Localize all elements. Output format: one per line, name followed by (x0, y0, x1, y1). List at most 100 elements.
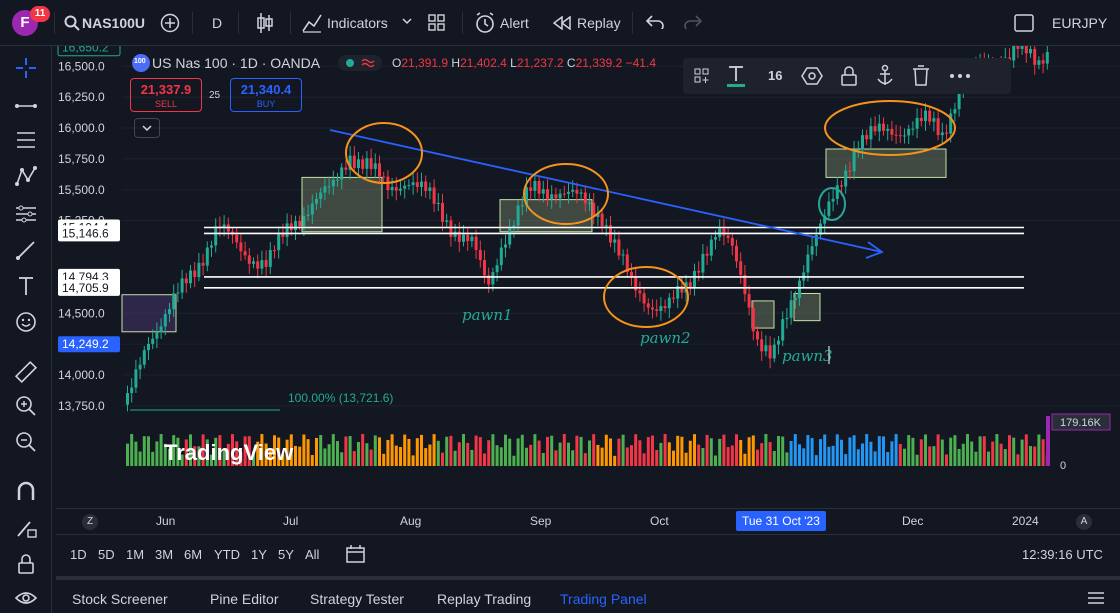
z-button[interactable]: Z (82, 514, 98, 530)
replay-rewind-icon[interactable] (553, 16, 571, 30)
volume-bar (537, 440, 541, 466)
candle-body (504, 244, 507, 248)
indicators-button[interactable]: Indicators (327, 15, 388, 31)
zoom-out-icon[interactable] (14, 430, 38, 454)
time-axis[interactable]: Z Jun Jul Aug Sep Oct Tue 31 Oct '23 Dec… (56, 508, 1120, 534)
price-tick-label: 16,000.0 (58, 121, 105, 135)
fib-retracement-icon[interactable] (14, 128, 38, 152)
chevron-down-icon[interactable] (402, 18, 412, 26)
volume-bar (533, 434, 537, 466)
price-tick-label: 16,250.0 (58, 90, 105, 104)
range-all[interactable]: All (305, 547, 319, 562)
tab-replay-trading[interactable]: Replay Trading (437, 591, 531, 607)
volume-bar (693, 434, 696, 466)
anchor-icon[interactable] (875, 64, 895, 88)
lock-pencil-icon[interactable] (14, 516, 38, 540)
text-color-icon[interactable] (725, 64, 747, 88)
volume-bar (1029, 446, 1032, 466)
range-3m[interactable]: 3M (155, 547, 173, 562)
candle-body (1041, 60, 1045, 64)
interval-button[interactable]: D (212, 15, 222, 31)
price-chart[interactable]: 179.16K 0 pawn1 pawn2 pawn3 100.00% (13,7… (56, 46, 1120, 508)
candles-chart-type-icon[interactable] (256, 12, 274, 34)
alert-button[interactable]: Alert (500, 15, 529, 31)
magnet-icon[interactable] (14, 480, 38, 504)
lock-icon[interactable] (14, 552, 38, 576)
candle-body (1037, 60, 1041, 65)
search-icon[interactable] (64, 15, 80, 31)
text-tool-icon[interactable] (14, 274, 38, 298)
candle-body (252, 261, 255, 264)
volume-bar (974, 451, 978, 466)
auto-scale-button[interactable]: A (1076, 514, 1092, 530)
range-1y[interactable]: 1Y (251, 547, 267, 562)
forecasting-icon[interactable] (14, 202, 38, 226)
replay-button[interactable]: Replay (577, 15, 621, 31)
candle-body (655, 309, 659, 312)
spread-value: 25 (209, 90, 221, 101)
layouts-grid-icon[interactable] (428, 14, 446, 32)
emoji-icon[interactable] (14, 310, 38, 334)
chart-legend-title[interactable]: US Nas 100 · 1D · OANDA (152, 55, 320, 71)
tab-strategy-tester[interactable]: Strategy Tester (310, 591, 404, 607)
chart-pane[interactable]: 179.16K 0 pawn1 pawn2 pawn3 100.00% (13,7… (56, 46, 1120, 534)
tab-trading-panel[interactable]: Trading Panel (560, 591, 647, 607)
candle-body (516, 205, 520, 226)
crosshair-icon[interactable] (14, 56, 38, 80)
redo-icon[interactable] (684, 15, 702, 29)
indicators-icon[interactable] (302, 13, 322, 33)
tab-stock-screener[interactable]: Stock Screener (72, 591, 168, 607)
market-status-pill[interactable] (338, 55, 382, 71)
volume-bar (348, 436, 352, 466)
candle-body (449, 220, 453, 237)
zoom-in-icon[interactable] (14, 394, 38, 418)
candle-body (529, 187, 533, 191)
volume-bar (1024, 434, 1028, 466)
ruler-icon[interactable] (14, 360, 38, 384)
drag-handle-grid-icon[interactable] (691, 66, 713, 86)
range-1d[interactable]: 1D (70, 547, 87, 562)
clock-timezone[interactable]: 12:39:16 UTC (1022, 547, 1103, 562)
eye-icon[interactable] (14, 586, 38, 610)
range-6m[interactable]: 6M (184, 547, 202, 562)
range-5y[interactable]: 5Y (278, 547, 294, 562)
tab-pine-editor[interactable]: Pine Editor (210, 591, 278, 607)
candle-body (924, 110, 927, 122)
volume-bar (659, 442, 663, 466)
volume-bar (365, 443, 369, 466)
volume-bar (470, 449, 474, 466)
volume-bar (147, 436, 150, 466)
symbol-search[interactable]: NAS100U (82, 15, 145, 31)
range-1m[interactable]: 1M (126, 547, 144, 562)
volume-bar (483, 453, 486, 466)
level-price-label: 14,705.9 (62, 281, 109, 295)
more-options-icon[interactable] (949, 72, 971, 80)
brush-icon[interactable] (14, 238, 38, 262)
add-symbol-icon[interactable] (160, 13, 180, 33)
font-size-value[interactable]: 16 (768, 68, 782, 83)
compare-symbol[interactable]: EURJPY (1052, 15, 1107, 31)
volume-bar (890, 441, 894, 466)
go-to-date-calendar-icon[interactable] (346, 544, 366, 564)
patterns-icon[interactable] (14, 164, 38, 188)
range-ytd[interactable]: YTD (214, 547, 240, 562)
range-5d[interactable]: 5D (98, 547, 115, 562)
time-label: Sep (530, 514, 552, 528)
candle-body (953, 109, 957, 114)
lock-drawing-icon[interactable] (839, 65, 859, 87)
candle-body (361, 159, 365, 169)
panel-menu-icon[interactable] (1086, 590, 1106, 606)
settings-hexagon-icon[interactable] (801, 65, 823, 87)
volume-bar (768, 442, 772, 466)
collapse-legend-button[interactable] (134, 118, 160, 138)
sell-button[interactable]: 21,337.9 SELL (130, 78, 202, 112)
buy-button[interactable]: 21,340.4 BUY (230, 78, 302, 112)
market-open-icon (346, 58, 375, 68)
alarm-clock-icon[interactable] (474, 12, 496, 34)
trash-icon[interactable] (911, 64, 931, 88)
undo-icon[interactable] (646, 15, 664, 29)
trend-line-icon[interactable] (14, 94, 38, 118)
symbol-square-icon[interactable] (1014, 14, 1034, 32)
pattern-ellipses (345, 100, 956, 328)
volume-bar (487, 440, 491, 466)
